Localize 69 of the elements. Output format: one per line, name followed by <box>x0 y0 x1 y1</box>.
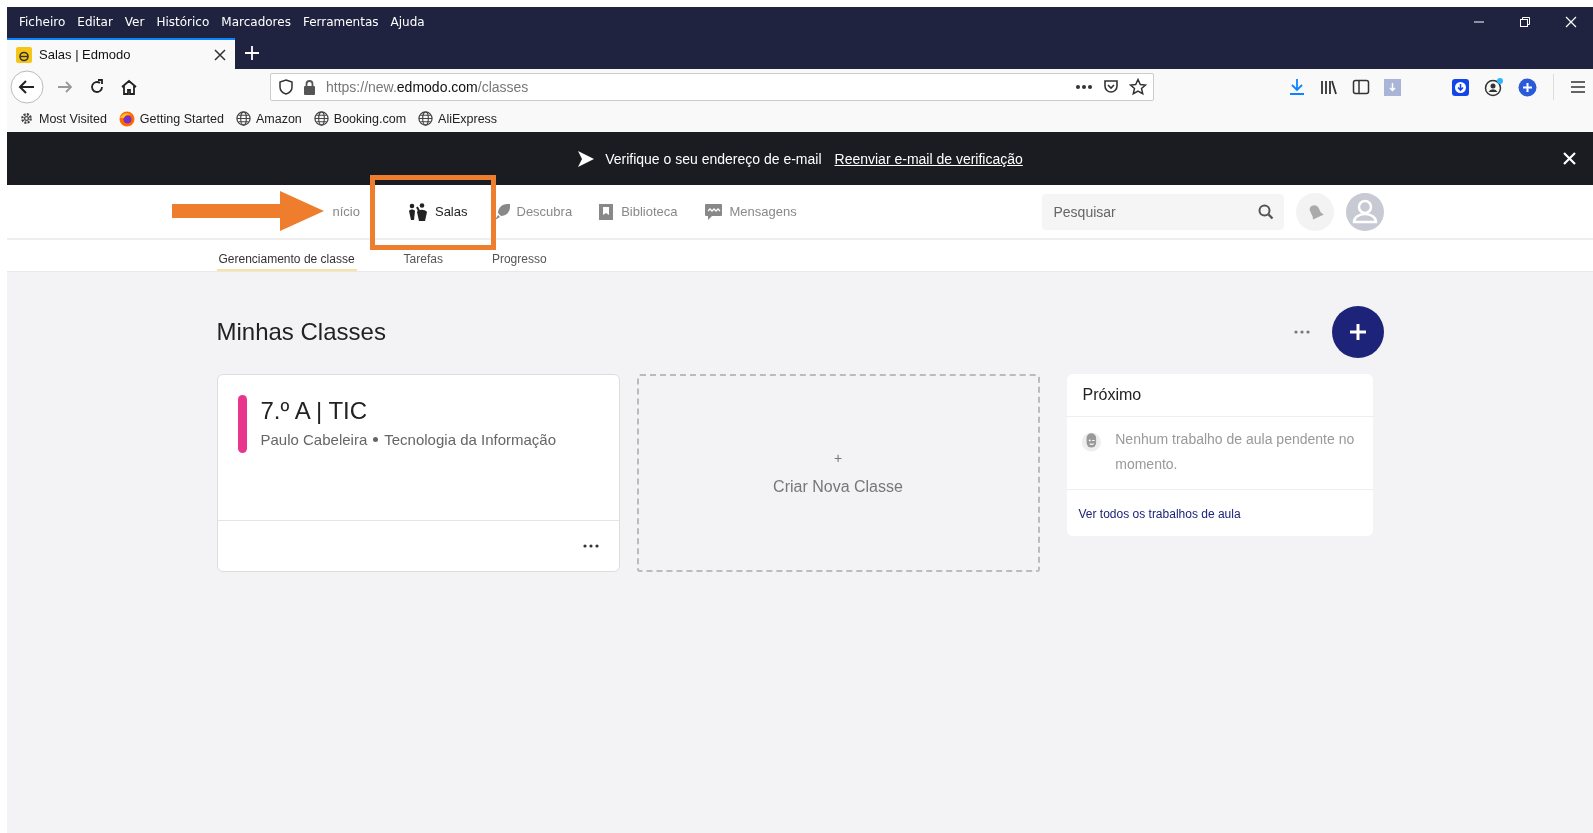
menu-item[interactable]: Ver <box>118 14 151 29</box>
banner-message: Verifique o seu endereço de e-mail <box>605 150 822 167</box>
class-name: 7.º A | TIC <box>260 397 369 425</box>
pocket-icon[interactable] <box>1103 79 1119 95</box>
browser-tab[interactable]: Salas | Edmodo <box>7 38 235 69</box>
teacher-name: Paulo Cabeleira <box>260 431 368 448</box>
account-icon[interactable] <box>1484 77 1504 97</box>
download-icon[interactable] <box>1451 77 1470 97</box>
firefox-icon <box>118 110 135 127</box>
more-icon[interactable] <box>582 544 599 548</box>
restore-icon[interactable] <box>1519 15 1531 28</box>
menu-icon[interactable] <box>1570 80 1586 94</box>
search-icon <box>1257 203 1274 220</box>
subject-name: Tecnologia da Informação <box>384 431 557 448</box>
chat-icon <box>703 202 723 221</box>
search-field[interactable]: Pesquisar <box>1041 193 1284 230</box>
menu-item[interactable]: Ficheiro <box>13 14 72 29</box>
create-class-label: Criar Nova Classe <box>773 478 903 496</box>
plus-sign: + <box>833 450 843 466</box>
menu-item[interactable]: Histórico <box>150 14 216 29</box>
book-icon <box>598 202 615 221</box>
class-card[interactable]: 7.º A | TIC Paulo Cabeleira Tecnologia da Informação <box>216 374 620 572</box>
library-icon[interactable] <box>1320 78 1338 96</box>
menu-item[interactable]: Ferramentas <box>296 14 385 29</box>
bookmark-item[interactable]: Getting Started <box>118 110 224 127</box>
globe-icon <box>313 111 329 126</box>
bookmark-item[interactable]: Booking.com <box>313 111 407 126</box>
bookmark-item[interactable]: AliExpress <box>418 111 498 126</box>
page-title: Minhas Classes <box>216 318 386 346</box>
shield-icon <box>279 79 293 95</box>
send-icon <box>577 149 596 168</box>
plus-icon <box>1348 323 1367 341</box>
rocket-icon <box>493 202 510 221</box>
menu-item[interactable]: Editar <box>71 14 119 29</box>
menu-item[interactable]: Ajuda <box>384 14 431 29</box>
nav-tab[interactable]: Salas <box>407 202 468 221</box>
subnav-tab[interactable]: Progresso <box>489 240 549 271</box>
view-all-link[interactable]: Ver todos os trabalhos de aula <box>1078 507 1241 521</box>
nav-tab[interactable]: Biblioteca <box>598 202 678 221</box>
nav-tab[interactable]: Mensagens <box>703 202 797 221</box>
reload-icon[interactable] <box>88 78 106 96</box>
more-icon[interactable] <box>1075 84 1093 90</box>
plus-icon[interactable] <box>1518 77 1537 97</box>
close-icon[interactable] <box>214 48 226 61</box>
people-icon <box>407 202 428 221</box>
new-tab-icon[interactable] <box>244 45 260 61</box>
create-class-card[interactable]: + Criar Nova Classe <box>636 374 1040 572</box>
nav-tab[interactable]: nício <box>332 202 360 221</box>
resend-link[interactable]: Reenviar e-mail de verificação <box>834 150 1023 167</box>
sidebar-icon[interactable] <box>1352 78 1370 96</box>
subnav-tab[interactable]: Tarefas <box>401 240 445 271</box>
bookmark-item[interactable]: Amazon <box>235 111 302 126</box>
globe-icon <box>235 111 251 126</box>
home-icon[interactable] <box>120 78 138 96</box>
gear-icon <box>19 111 34 126</box>
add-class-button[interactable] <box>1331 306 1384 358</box>
panel-title: Próximo <box>1066 374 1373 417</box>
site-icon <box>16 46 32 63</box>
empty-message: Nenhum trabalho de aula pendente no momento. <box>1115 430 1356 474</box>
nav-tab[interactable]: Descubra <box>493 202 573 221</box>
back-icon[interactable] <box>10 70 44 104</box>
download-icon[interactable] <box>1288 78 1306 96</box>
address-bar[interactable]: https://new.edmodo.com/classes <box>270 73 1154 101</box>
menu-item[interactable]: Marcadores <box>215 14 297 29</box>
bookmark-item[interactable]: Most Visited <box>19 111 107 126</box>
globe-icon <box>418 111 434 126</box>
lock-icon <box>303 79 316 95</box>
star-icon[interactable] <box>1129 78 1147 96</box>
smiley-icon <box>1080 429 1102 455</box>
